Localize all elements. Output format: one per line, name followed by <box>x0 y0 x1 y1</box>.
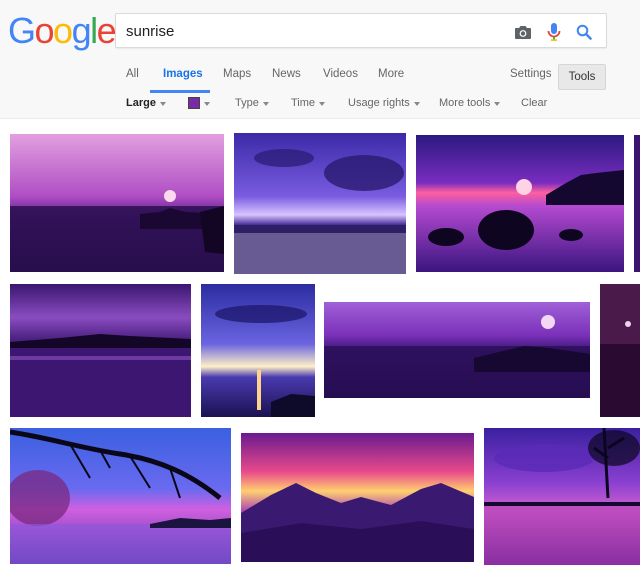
image-result[interactable] <box>10 428 231 564</box>
image-result[interactable] <box>416 135 624 272</box>
image-result[interactable] <box>10 134 224 272</box>
image-result[interactable] <box>634 135 640 272</box>
image-result[interactable] <box>234 133 406 274</box>
chevron-down-icon <box>319 101 326 106</box>
camera-icon[interactable] <box>513 22 533 42</box>
tab-all[interactable]: All <box>126 68 139 80</box>
image-result[interactable] <box>600 284 640 417</box>
search-box <box>115 13 607 48</box>
microphone-icon[interactable] <box>544 22 564 42</box>
image-result[interactable] <box>10 284 191 417</box>
search-input[interactable] <box>126 20 496 42</box>
chevron-down-icon <box>413 101 420 106</box>
chevron-down-icon <box>204 101 210 106</box>
more-tools-label: More tools <box>439 97 491 109</box>
logo-letter-o2: o <box>53 10 73 51</box>
image-result[interactable] <box>241 433 474 562</box>
tab-maps[interactable]: Maps <box>223 68 251 80</box>
image-result[interactable] <box>201 284 315 417</box>
type-filter[interactable]: Type <box>235 97 269 109</box>
size-filter-label: Large <box>126 97 156 109</box>
chevron-down-icon <box>494 101 501 106</box>
time-filter-label: Time <box>291 97 316 109</box>
more-tools-filter[interactable]: More tools <box>439 97 501 109</box>
tab-images[interactable]: Images <box>163 68 203 80</box>
logo-letter-o1: o <box>34 10 55 51</box>
image-result[interactable] <box>324 302 590 398</box>
search-tools-bar: Large Type Time Usage rights More tools … <box>0 92 640 118</box>
logo-letter-g2: g <box>71 10 92 51</box>
tab-videos[interactable]: Videos <box>323 68 358 80</box>
header-bar: G o o g l e All Images Maps News Videos … <box>0 0 640 119</box>
tab-settings[interactable]: Settings <box>510 68 552 80</box>
tools-button[interactable]: Tools <box>558 64 606 90</box>
nav-tabs: All Images Maps News Videos More Setting… <box>0 62 640 93</box>
color-filter[interactable] <box>188 97 210 109</box>
type-filter-label: Type <box>235 97 259 109</box>
chevron-down-icon <box>262 101 269 106</box>
logo-letter-e: e <box>96 10 117 51</box>
size-filter[interactable]: Large <box>126 97 166 109</box>
tab-news[interactable]: News <box>272 68 301 80</box>
image-results-grid <box>0 120 640 573</box>
tab-more[interactable]: More <box>378 68 404 80</box>
search-icon[interactable] <box>574 22 594 42</box>
clear-label: Clear <box>521 97 548 109</box>
usage-rights-filter[interactable]: Usage rights <box>348 97 420 109</box>
time-filter[interactable]: Time <box>291 97 326 109</box>
logo-letter-g: G <box>8 10 36 51</box>
usage-rights-label: Usage rights <box>348 97 410 109</box>
image-result[interactable] <box>484 428 640 565</box>
chevron-down-icon <box>159 101 166 106</box>
clear-filters-link[interactable]: Clear <box>521 97 547 109</box>
color-swatch <box>188 97 200 109</box>
google-logo[interactable]: G o o g l e <box>8 10 117 51</box>
